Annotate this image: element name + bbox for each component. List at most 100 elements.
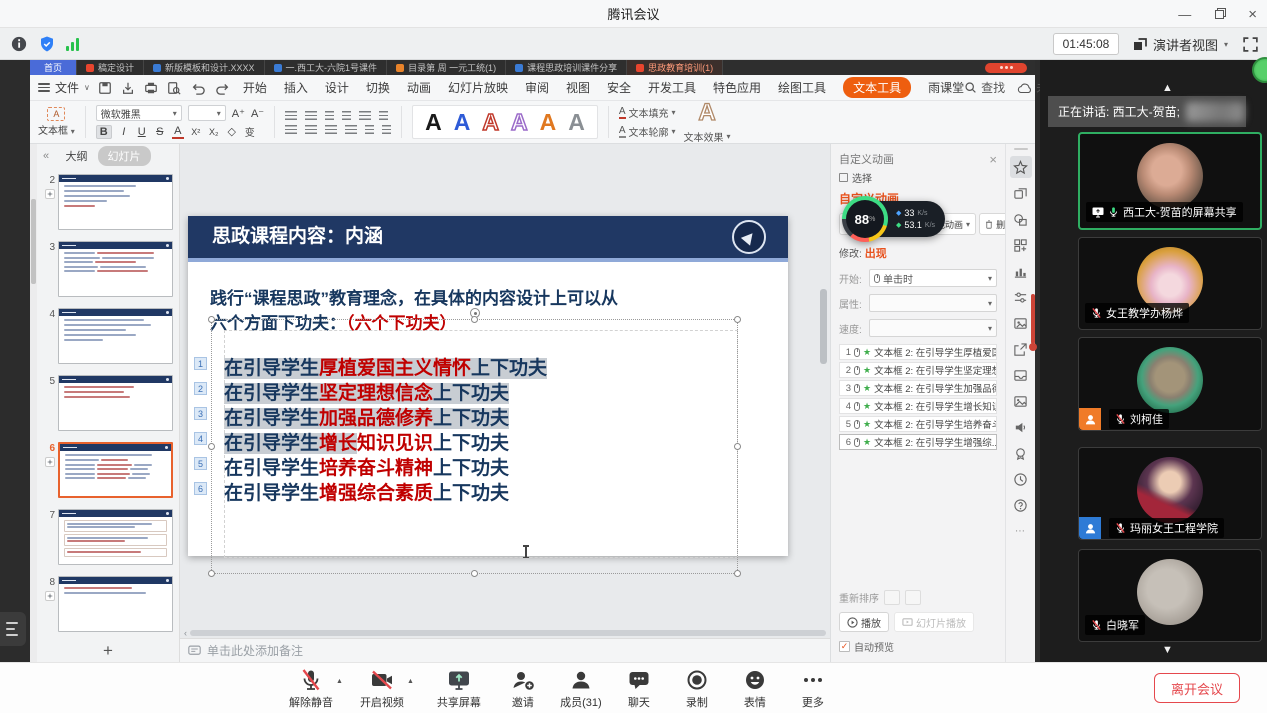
ribbon-tab-yuketang[interactable]: 雨课堂 bbox=[928, 79, 964, 96]
align-center-icon[interactable] bbox=[305, 125, 317, 134]
image-replace-pane-icon[interactable] bbox=[1010, 312, 1032, 334]
font-size-select[interactable]: ▾ bbox=[188, 105, 226, 121]
unmute-button[interactable]: 解除静音 bbox=[282, 668, 340, 710]
maximize-button[interactable] bbox=[1215, 10, 1224, 19]
ribbon-tab-review[interactable]: 审阅 bbox=[525, 79, 549, 96]
scroll-down-icon[interactable]: ▼ bbox=[1162, 644, 1173, 656]
indent-decrease-icon[interactable] bbox=[325, 111, 334, 120]
resize-handle[interactable] bbox=[734, 570, 741, 577]
preset-style-blue[interactable]: A bbox=[454, 111, 471, 134]
ribbon-tab-design[interactable]: 设计 bbox=[325, 79, 349, 96]
start-select[interactable]: 单击时▾ bbox=[869, 269, 997, 287]
canvas-vertical-scrollbar[interactable] bbox=[820, 289, 827, 364]
animation-item[interactable]: 1★文本框 2: 在引导学生厚植爱国... bbox=[839, 344, 997, 360]
text-direction-icon[interactable] bbox=[379, 111, 388, 120]
slide-thumbnail-row[interactable]: 8 bbox=[41, 576, 173, 632]
text-effect-button[interactable]: 文本效果▾ bbox=[684, 129, 731, 144]
layout-pane-icon[interactable] bbox=[1010, 234, 1032, 256]
ribbon-tab-slideshow[interactable]: 幻灯片放映 bbox=[448, 79, 508, 96]
more-panes-icon[interactable]: ⋯ bbox=[1015, 526, 1026, 537]
help-pane-icon[interactable] bbox=[1010, 494, 1032, 516]
fullscreen-icon[interactable] bbox=[1242, 36, 1259, 53]
slide-thumbnail-row[interactable]: 7 bbox=[41, 509, 173, 565]
scroll-left-icon[interactable]: ‹ bbox=[184, 628, 187, 638]
add-slide-button[interactable]: + bbox=[103, 641, 113, 661]
minimize-button[interactable]: — bbox=[1178, 7, 1191, 22]
ribbon-tab-texttools[interactable]: 文本工具 bbox=[843, 77, 911, 98]
object-pane-icon[interactable] bbox=[1010, 182, 1032, 204]
find-button[interactable]: 查找 bbox=[964, 79, 1005, 96]
members-button[interactable]: 成员(31) bbox=[552, 668, 610, 710]
export-pane-icon[interactable] bbox=[1010, 338, 1032, 360]
thumbnail-scrollbar[interactable] bbox=[30, 144, 37, 662]
ribbon-tab-apps[interactable]: 特色应用 bbox=[713, 79, 761, 96]
tab-slides[interactable]: 幻灯片 bbox=[98, 146, 151, 166]
text-fill-button[interactable]: A文本填充▾ bbox=[619, 105, 676, 120]
participant-tile[interactable]: 刘柯佳 bbox=[1078, 337, 1262, 431]
text-outline-button[interactable]: A文本轮廓▾ bbox=[619, 124, 676, 139]
close-panel-icon[interactable]: × bbox=[989, 152, 997, 167]
emoji-button[interactable]: 表情 bbox=[726, 668, 784, 710]
speed-select[interactable]: ▾ bbox=[869, 319, 997, 337]
participant-tile-sharing[interactable]: 西工大-贺苗的屏幕共享 bbox=[1078, 132, 1262, 230]
bullet-list-icon[interactable] bbox=[285, 111, 297, 120]
selection-pane-button[interactable]: 选择 bbox=[839, 168, 997, 186]
record-button[interactable]: 录制 bbox=[668, 668, 726, 710]
ribbon-tab-insert[interactable]: 插入 bbox=[284, 79, 308, 96]
animation-item[interactable]: 5★文本框 2: 在引导学生培养奋斗... bbox=[839, 416, 997, 432]
promo-badge[interactable] bbox=[985, 63, 1027, 73]
shape-pane-icon[interactable] bbox=[1010, 208, 1032, 230]
slide-editor[interactable]: 思政课程内容：内涵 践行“课程思政”教育理念，在具体的内容设计上可以从 六个方面… bbox=[188, 216, 788, 556]
animation-item-selected[interactable]: 6★文本框 2: 在引导学生增强综...▾ bbox=[839, 434, 997, 450]
animation-item[interactable]: 3★文本框 2: 在引导学生加强品德... bbox=[839, 380, 997, 396]
start-video-button[interactable]: 开启视频 bbox=[353, 668, 411, 710]
settings-pane-icon[interactable] bbox=[1010, 286, 1032, 308]
network-signal-icon[interactable] bbox=[66, 37, 79, 51]
preset-style-black[interactable]: A bbox=[425, 111, 442, 134]
auto-preview-checkbox[interactable]: ✓ 自动预览 bbox=[839, 639, 997, 654]
mic-options-icon[interactable]: ▲ bbox=[336, 678, 343, 685]
chat-button[interactable]: 聊天 bbox=[610, 668, 668, 710]
slide-thumbnail-row[interactable]: 2 bbox=[41, 174, 173, 230]
italic-button[interactable]: I bbox=[118, 126, 130, 138]
canvas-horizontal-scrollbar[interactable] bbox=[190, 630, 826, 636]
animation-item[interactable]: 2★文本框 2: 在引导学生坚定理想... bbox=[839, 362, 997, 378]
video-options-icon[interactable]: ▲ bbox=[407, 678, 414, 685]
resize-handle[interactable] bbox=[208, 443, 215, 450]
indent-increase-icon[interactable] bbox=[342, 111, 351, 120]
preset-style-red-outline[interactable]: A bbox=[482, 111, 499, 134]
font-color-button[interactable]: A bbox=[172, 125, 184, 139]
redo-icon[interactable] bbox=[215, 81, 231, 95]
slide-thumbnail-row[interactable]: 3 bbox=[41, 241, 173, 297]
align-left-icon[interactable] bbox=[285, 125, 297, 134]
slide-thumbnail-row[interactable]: 5 bbox=[41, 375, 173, 431]
tab-outline[interactable]: 大纲 bbox=[66, 148, 88, 164]
undo-icon[interactable] bbox=[190, 81, 206, 95]
security-shield-icon[interactable] bbox=[38, 35, 56, 53]
print-icon[interactable] bbox=[144, 81, 158, 95]
distribute-icon[interactable] bbox=[365, 125, 374, 134]
ribbon-tab-drawtools[interactable]: 绘图工具 bbox=[778, 79, 826, 96]
scroll-position-marker[interactable] bbox=[1031, 294, 1035, 344]
invite-button[interactable]: 邀请 bbox=[494, 668, 552, 710]
meeting-info-icon[interactable] bbox=[10, 35, 28, 53]
view-mode-button[interactable]: 演讲者视图 ▾ bbox=[1133, 35, 1228, 54]
underline-button[interactable]: U bbox=[136, 126, 148, 138]
numbered-list-icon[interactable] bbox=[305, 111, 317, 120]
animation-item[interactable]: 4★文本框 2: 在引导学生增长知识... bbox=[839, 398, 997, 414]
animation-pane-icon[interactable] bbox=[1010, 156, 1032, 178]
ribbon-tab-transition[interactable]: 切换 bbox=[366, 79, 390, 96]
decrease-font-button[interactable]: A⁻ bbox=[251, 107, 264, 120]
textbox-button[interactable]: A 文本框 ▾ bbox=[38, 107, 75, 137]
strikethrough-button[interactable]: S bbox=[154, 126, 166, 138]
collapse-panel-icon[interactable]: « bbox=[43, 150, 49, 162]
property-select[interactable]: ▾ bbox=[869, 294, 997, 312]
slideshow-play-button[interactable]: 幻灯片播放 bbox=[894, 612, 974, 632]
preset-style-orange[interactable]: A bbox=[540, 111, 557, 134]
ribbon-tab-animation[interactable]: 动画 bbox=[407, 79, 431, 96]
bold-button[interactable]: B bbox=[96, 125, 112, 139]
increase-font-button[interactable]: A⁺ bbox=[232, 107, 245, 120]
symbol-button[interactable]: ◇ bbox=[226, 125, 238, 138]
subscript-button[interactable]: X₂ bbox=[208, 127, 220, 137]
resize-handle[interactable] bbox=[208, 316, 215, 323]
